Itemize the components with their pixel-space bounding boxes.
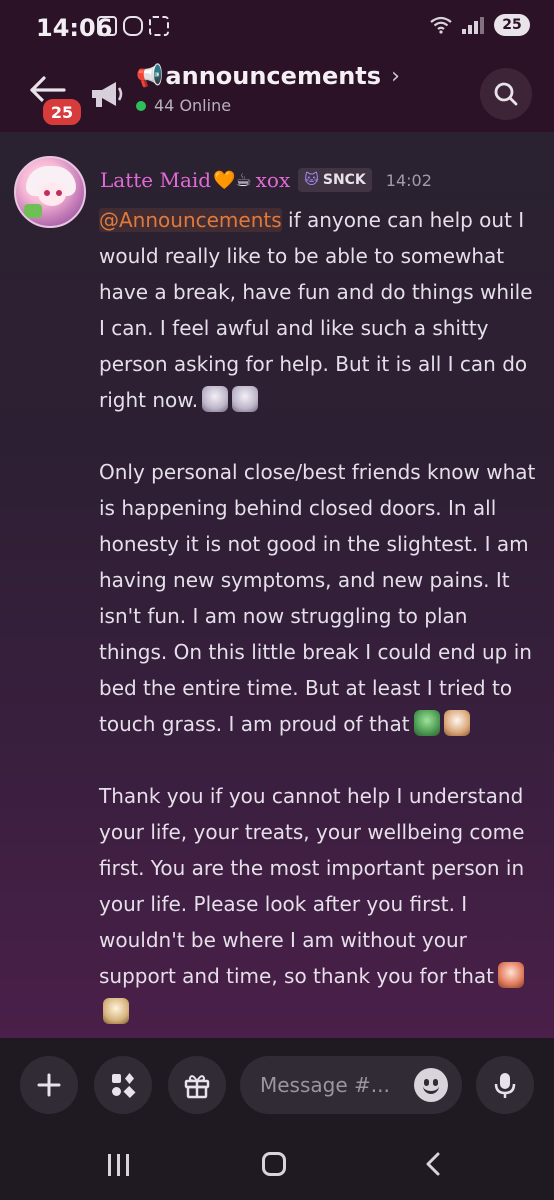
online-dot-icon	[136, 100, 146, 111]
twitch-icon	[97, 16, 117, 36]
thank-you-emoji-icon	[498, 962, 525, 988]
search-icon	[494, 82, 518, 106]
message-list: Latte Maid 🧡☕ xox 🐱 SNCK 14:02 @Announce…	[0, 132, 554, 1038]
role-mention[interactable]: @Announcements	[99, 208, 282, 232]
microphone-icon	[494, 1073, 516, 1098]
username-suffix[interactable]: xox	[256, 168, 291, 192]
battery-indicator: 25	[494, 14, 530, 36]
message-paragraph-3: Thank you if you cannot help I understan…	[99, 784, 531, 988]
voice-message-button[interactable]	[476, 1056, 534, 1114]
cat-icon: 🐱	[304, 172, 319, 188]
system-navigation-bar	[0, 1130, 554, 1200]
channel-header: 25 📢 announcements › 44 Online	[0, 56, 554, 132]
unread-badge: 25	[40, 96, 84, 128]
announcement-channel-icon	[92, 82, 123, 107]
sad-ghost-emoji-icon	[232, 386, 259, 412]
message-paragraph-2: Only personal close/best friends know wh…	[99, 460, 542, 736]
touch-grass-emoji-icon	[413, 710, 440, 736]
recent-apps-icon[interactable]	[108, 1154, 129, 1176]
add-attachment-button[interactable]	[20, 1056, 78, 1114]
wifi-icon	[430, 16, 452, 34]
megaphone-icon: 📢	[136, 63, 164, 89]
notification-icons	[97, 16, 169, 36]
home-icon[interactable]	[262, 1152, 286, 1176]
nav-back-icon[interactable]	[420, 1150, 448, 1178]
sad-ghost-emoji-icon	[202, 386, 229, 412]
apps-button[interactable]	[94, 1056, 152, 1114]
chevron-right-icon: ›	[391, 63, 400, 89]
message-header: Latte Maid 🧡☕ xox 🐱 SNCK 14:02	[100, 166, 432, 194]
server-tag-badge[interactable]: 🐱 SNCK	[298, 168, 372, 192]
avatar[interactable]	[14, 156, 86, 228]
discord-icon	[123, 16, 143, 36]
message-content[interactable]: @Announcements if anyone can help out I …	[99, 202, 541, 1030]
gift-button[interactable]	[168, 1056, 226, 1114]
signal-icon	[462, 16, 484, 34]
message-input-placeholder: Message #...	[260, 1073, 390, 1097]
hug-emoji-icon	[103, 998, 129, 1024]
online-status: 44 Online	[136, 96, 231, 115]
emoji-picker-icon[interactable]	[414, 1068, 448, 1102]
bears-emoji-icon	[443, 710, 470, 736]
apps-icon	[112, 1073, 136, 1099]
message-composer: Message #...	[0, 1038, 554, 1130]
message-input[interactable]: Message #...	[240, 1056, 462, 1114]
message-paragraph-1: if anyone can help out I would really li…	[99, 208, 539, 412]
channel-title[interactable]: 📢 announcements ›	[136, 62, 400, 90]
screenshot-icon	[149, 16, 169, 36]
search-button[interactable]	[480, 68, 532, 120]
channel-name: announcements	[165, 62, 382, 90]
gift-icon	[184, 1075, 210, 1099]
username-emojis: 🧡☕	[213, 169, 252, 191]
status-bar: 14:06 25	[0, 0, 554, 56]
online-count: 44 Online	[154, 96, 232, 115]
username[interactable]: Latte Maid	[100, 168, 211, 192]
plus-icon	[37, 1073, 61, 1097]
server-tag: SNCK	[322, 172, 366, 188]
system-icons: 25	[430, 14, 530, 36]
message-timestamp: 14:02	[385, 170, 432, 190]
